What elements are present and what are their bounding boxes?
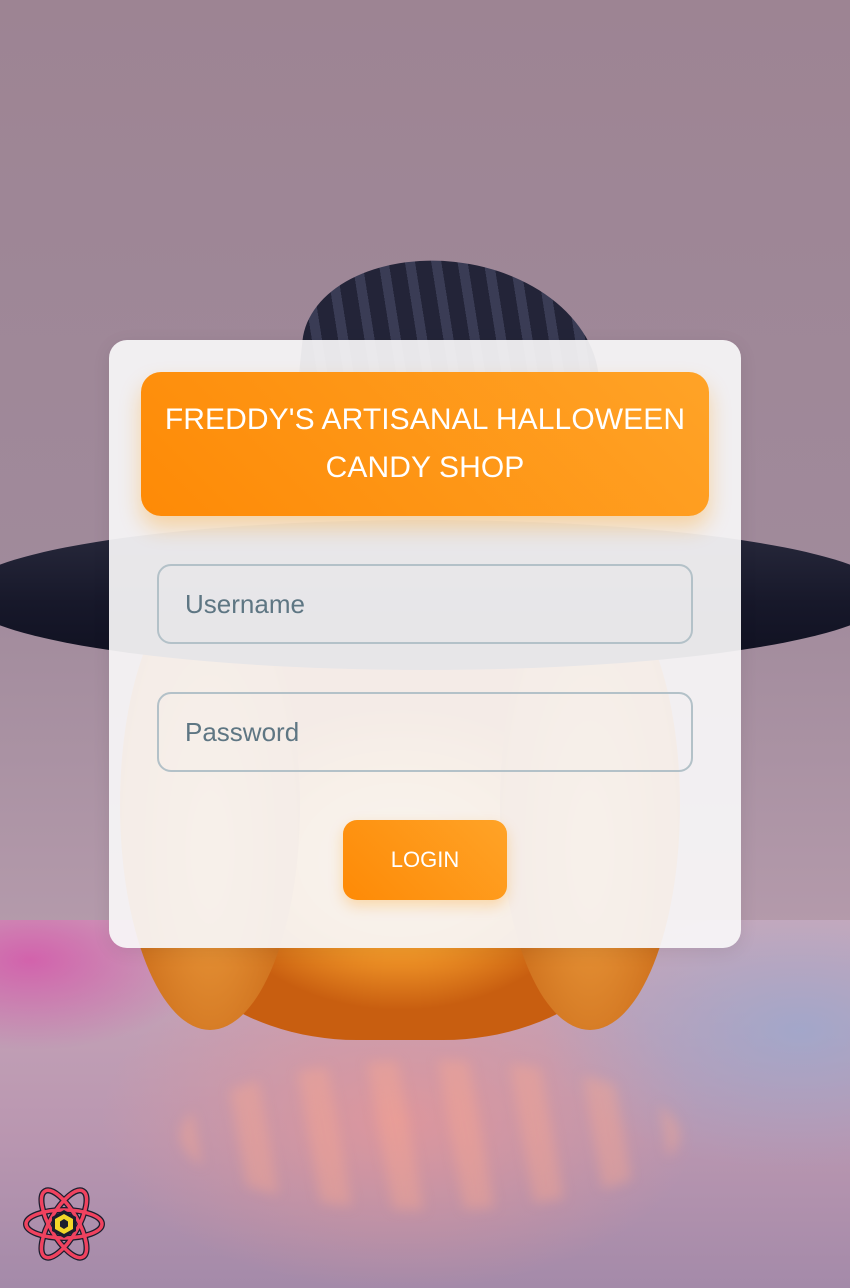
- react-atom-icon[interactable]: [22, 1186, 106, 1262]
- pumpkin-light-reflection: [180, 1060, 680, 1210]
- shop-title: FREDDY'S ARTISANAL HALLOWEEN CANDY SHOP: [164, 403, 686, 484]
- login-button[interactable]: LOGIN: [343, 820, 507, 900]
- login-card: FREDDY'S ARTISANAL HALLOWEEN CANDY SHOP …: [109, 340, 741, 948]
- card-header: FREDDY'S ARTISANAL HALLOWEEN CANDY SHOP: [141, 372, 709, 516]
- username-input[interactable]: [157, 564, 693, 644]
- password-input[interactable]: [157, 692, 693, 772]
